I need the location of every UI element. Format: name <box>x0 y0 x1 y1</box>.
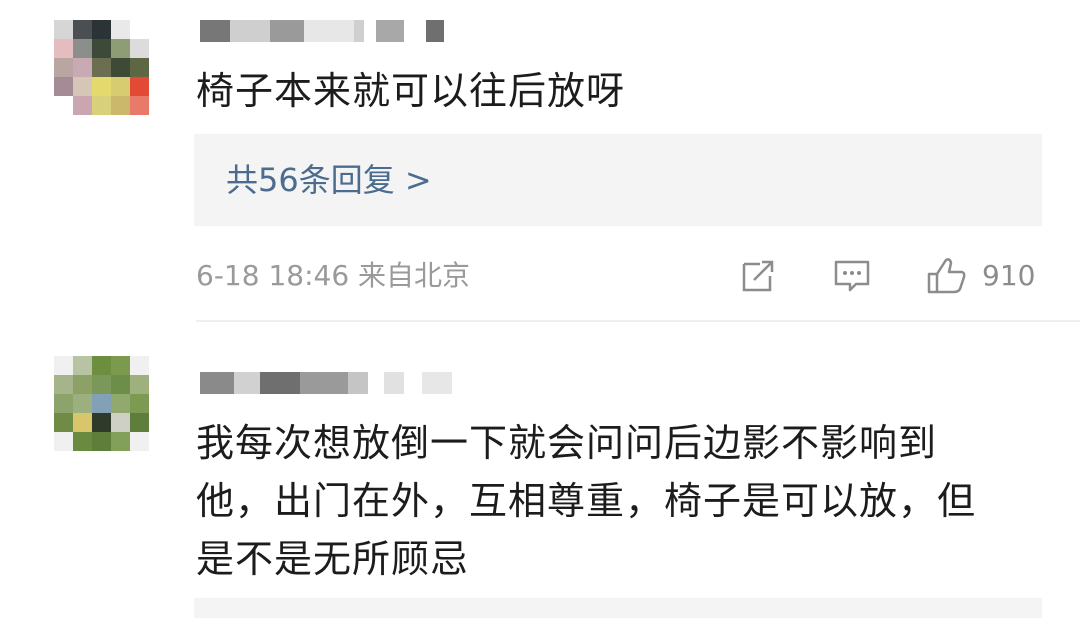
like-count: 910 <box>982 259 1036 292</box>
username-blurred[interactable] <box>200 20 450 42</box>
comment-text-line-2: 他，出门在外，互相尊重，椅子是可以放，但 <box>196 479 977 523</box>
like-icon[interactable] <box>924 256 968 296</box>
comment-actions: 910 <box>0 256 1080 296</box>
comment-text-line-1: 我每次想放倒一下就会问问后边影不影响到 <box>196 421 938 465</box>
reply-count-link[interactable]: 共56条回复 > <box>226 158 432 202</box>
comment-text: 我每次想放倒一下就会问问后边影不影响到 他，出门在外，互相尊重，椅子是可以放，但… <box>196 414 1056 588</box>
comment-icon[interactable] <box>832 256 872 296</box>
reply-summary[interactable]: 共56条回复 > <box>194 134 1042 226</box>
avatar[interactable] <box>54 20 162 128</box>
comment-2: 我每次想放倒一下就会问问后边影不影响到 他，出门在外，互相尊重，椅子是可以放，但… <box>0 322 1080 618</box>
comment-text: 椅子本来就可以往后放呀 <box>196 69 626 113</box>
reply-summary-partial[interactable] <box>194 598 1042 618</box>
avatar[interactable] <box>54 356 162 464</box>
comment-1: 椅子本来就可以往后放呀 共56条回复 > 6-18 18:46 来自北京 910 <box>0 0 1080 322</box>
comment-text-line-3: 是不是无所顾忌 <box>196 537 470 581</box>
username-blurred[interactable] <box>200 372 460 394</box>
share-icon[interactable] <box>738 256 778 296</box>
